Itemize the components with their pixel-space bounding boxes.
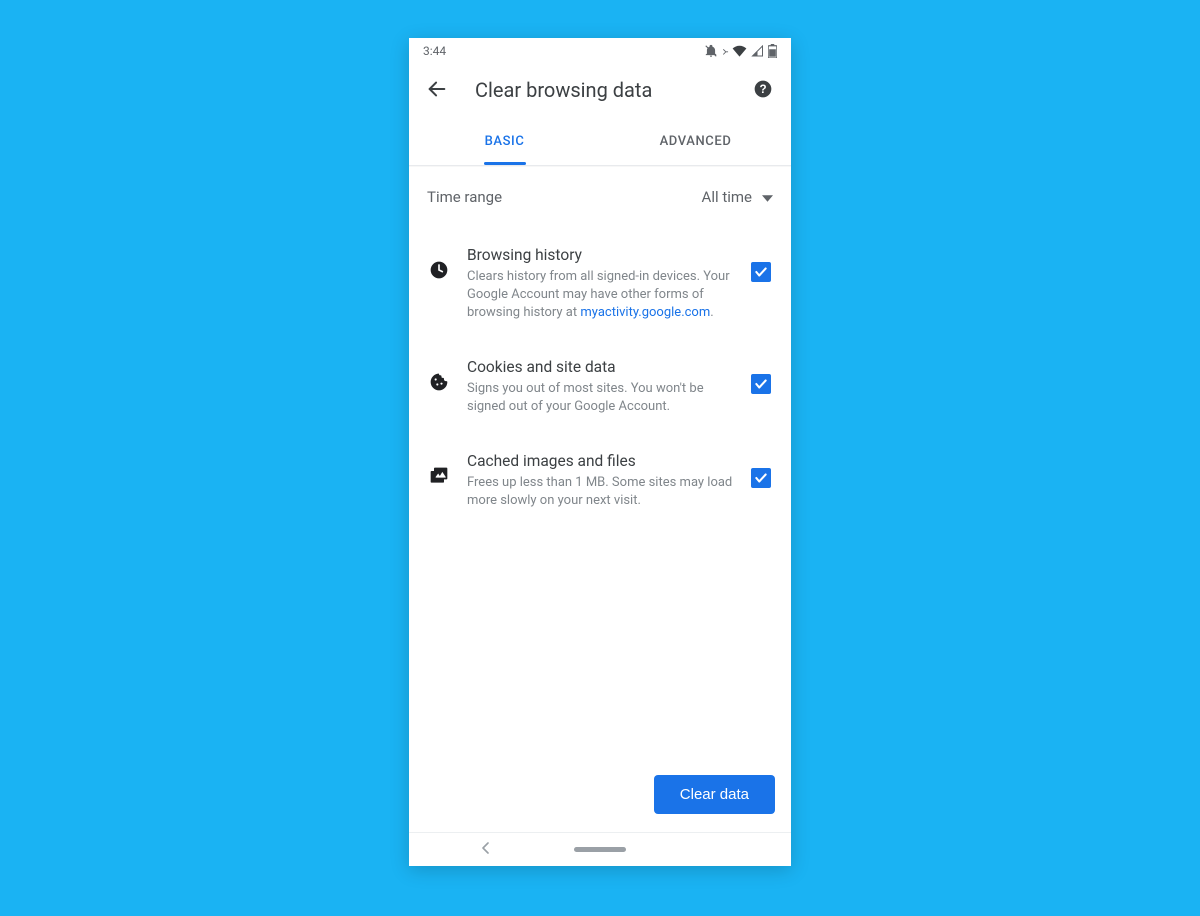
status-time: 3:44: [423, 44, 446, 58]
system-nav-bar: [409, 832, 791, 866]
time-range-dropdown[interactable]: All time: [702, 188, 773, 206]
option-cookies[interactable]: Cookies and site data Signs you out of m…: [409, 340, 791, 434]
checkbox-browsing-history[interactable]: [751, 262, 771, 282]
time-range-row: Time range All time: [409, 166, 791, 214]
wifi-icon: [732, 45, 747, 57]
spacer: [409, 528, 791, 761]
history-icon: [429, 260, 449, 284]
option-desc: Signs you out of most sites. You won't b…: [467, 380, 733, 416]
checkmark-icon: [754, 377, 768, 391]
dnd-off-icon: [704, 44, 718, 58]
option-title: Cookies and site data: [467, 358, 733, 376]
option-title: Browsing history: [467, 246, 733, 264]
option-cache[interactable]: Cached images and files Frees up less th…: [409, 434, 791, 528]
phone-frame: 3:44 ᚛: [409, 38, 791, 866]
phone-screen: 3:44 ᚛: [409, 38, 791, 866]
battery-icon: [768, 44, 777, 58]
time-range-label: Time range: [427, 188, 502, 206]
tab-basic[interactable]: BASIC: [409, 118, 600, 165]
app-bar: Clear browsing data ?: [409, 62, 791, 118]
svg-text:?: ?: [759, 83, 766, 96]
checkmark-icon: [754, 471, 768, 485]
option-desc: Frees up less than 1 MB. Some sites may …: [467, 474, 733, 510]
back-button[interactable]: [423, 76, 451, 104]
footer: Clear data: [409, 761, 791, 832]
tab-advanced[interactable]: ADVANCED: [600, 118, 791, 165]
arrow-left-icon: [426, 78, 448, 103]
status-bar: 3:44 ᚛: [409, 38, 791, 62]
option-title: Cached images and files: [467, 452, 733, 470]
tab-advanced-label: ADVANCED: [660, 134, 732, 149]
option-desc: Clears history from all signed-in device…: [467, 268, 733, 322]
page-title: Clear browsing data: [471, 78, 729, 102]
checkbox-cache[interactable]: [751, 468, 771, 488]
signal-icon: [751, 45, 764, 57]
checkmark-icon: [754, 265, 768, 279]
bluetooth-icon: ᚛: [722, 45, 728, 58]
clear-data-button[interactable]: Clear data: [654, 775, 775, 814]
option-browsing-history[interactable]: Browsing history Clears history from all…: [409, 228, 791, 340]
checkbox-cookies[interactable]: [751, 374, 771, 394]
tabs: BASIC ADVANCED: [409, 118, 791, 166]
tab-basic-label: BASIC: [485, 134, 525, 149]
status-icons: ᚛: [704, 44, 777, 58]
cookie-icon: [429, 372, 449, 396]
help-icon: ?: [753, 79, 773, 102]
options-list: Browsing history Clears history from all…: [409, 214, 791, 528]
myactivity-link[interactable]: myactivity.google.com: [580, 305, 710, 320]
images-icon: [429, 466, 449, 490]
nav-back-icon[interactable]: [481, 842, 491, 858]
chevron-down-icon: [762, 188, 773, 206]
time-range-value: All time: [702, 188, 752, 206]
help-button[interactable]: ?: [749, 76, 777, 104]
nav-home-pill[interactable]: [574, 847, 626, 852]
